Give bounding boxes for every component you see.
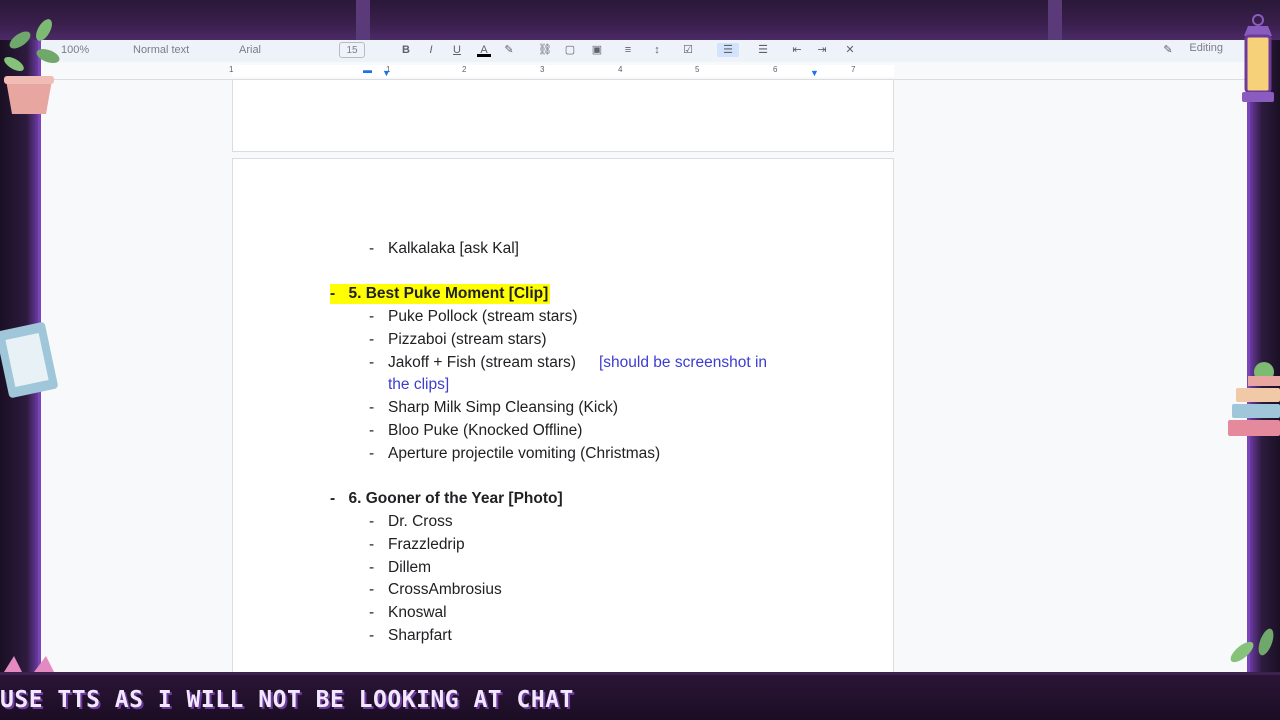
bulleted-list-icon[interactable]: ☰ [717,43,739,57]
list-item-text: Frazzledrip [388,536,465,553]
list-item[interactable]: - Jakoff + Fish (stream stars) [should b… [369,353,767,373]
section-heading[interactable]: - 5. Best Puke Moment [Clip] [330,284,551,304]
list-dash: - [369,422,375,439]
left-indent-marker[interactable]: ▼ [382,69,391,78]
text-color-icon[interactable]: A [477,43,491,57]
list-item-text: Dillem [388,559,432,576]
highlight-icon[interactable]: ✎ [502,43,516,57]
document-page[interactable]: - Kalkalaka [ask Kal] - 5. Best Puke Mom… [232,158,894,672]
style-select[interactable]: Normal text [133,42,189,58]
ruler-number: 5 [695,65,700,74]
list-item-text: Sharp Milk Simp Cleansing (Kick) [388,399,618,416]
list-item-text: Jakoff + Fish (stream stars) [388,354,576,371]
list-item[interactable]: - Sharpfart [369,626,452,646]
list-item-text: Puke Pollock (stream stars) [388,308,578,325]
ruler-track [232,65,894,77]
list-dash: - [330,285,336,302]
lantern-icon [1242,14,1274,102]
image-icon[interactable]: ▣ [590,43,604,57]
list-item[interactable]: - Frazzledrip [369,535,465,555]
indent-increase-icon[interactable]: ⇥ [815,43,829,57]
list-dash: - [330,490,336,507]
list-dash: - [369,627,375,644]
potted-plant-icon [4,19,60,114]
font-size-input[interactable]: 15 [339,42,365,58]
list-dash: - [369,536,375,553]
previous-page [232,80,894,152]
list-item[interactable]: - Bloo Puke (Knocked Offline) [369,421,582,441]
list-item-text: CrossAmbrosius [388,581,502,598]
list-dash: - [369,308,375,325]
section-heading[interactable]: - 6. Gooner of the Year [Photo] [330,489,563,509]
list-dash: - [369,559,375,576]
ruler-number: 2 [462,65,467,74]
align-icon[interactable]: ≡ [621,43,635,57]
list-item[interactable]: - CrossAmbrosius [369,580,502,600]
stream-ticker: USE TTS AS I WILL NOT BE LOOKING AT CHAT [0,672,1280,720]
list-item[interactable]: - Dr. Cross [369,512,453,532]
list-item[interactable]: - Dillem [369,558,431,578]
list-item[interactable]: - Pizzaboi (stream stars) [369,330,546,350]
font-select[interactable]: Arial [239,42,261,58]
list-item-text: Kalkalaka [ask Kal] [388,240,519,257]
ticker-text: USE TTS AS I WILL NOT BE LOOKING AT CHAT [0,687,574,713]
editing-mode-button[interactable]: Editing [1189,42,1223,54]
list-item-text: Pizzaboi (stream stars) [388,331,547,348]
picture-frame-icon [0,322,58,398]
list-dash: - [369,445,375,462]
screenshot-note-link-continued[interactable]: the clips] [388,375,449,395]
wood-beam [1048,0,1062,40]
list-dash: - [369,354,375,371]
line-spacing-icon[interactable]: ↕ [650,43,664,57]
right-indent-marker[interactable]: ▼ [810,69,819,78]
section-heading-text: 6. Gooner of the Year [Photo] [348,490,563,507]
books-icon [1228,362,1280,436]
list-dash: - [369,331,375,348]
list-item[interactable]: - Knoswal [369,603,447,623]
ruler-number: 7 [851,65,856,74]
list-item-text: Bloo Puke (Knocked Offline) [388,422,583,439]
ruler: 1 1 2 3 4 5 6 7 ▬ ▼ ▼ [41,62,1247,80]
list-item[interactable]: - Sharp Milk Simp Cleansing (Kick) [369,398,618,418]
list-item-text: Knoswal [388,604,447,621]
docs-toolbar: 100% Normal text Arial 15 B I U A ✎ ⛓ ▢ … [41,40,1247,62]
ruler-number: 1 [229,65,234,74]
ruler-number: 4 [618,65,623,74]
list-item[interactable]: - Kalkalaka [ask Kal] [369,239,519,259]
list-dash: - [369,604,375,621]
comment-icon[interactable]: ▢ [563,43,577,57]
bold-icon[interactable]: B [399,43,413,57]
wood-beam [356,0,370,40]
zoom-select[interactable]: 100% [61,42,89,58]
checklist-icon[interactable]: ☑ [681,43,695,57]
pencil-icon[interactable]: ✎ [1161,43,1175,57]
docs-screen: 100% Normal text Arial 15 B I U A ✎ ⛓ ▢ … [38,40,1250,672]
italic-icon[interactable]: I [424,43,438,57]
clear-format-icon[interactable]: ✕ [843,43,857,57]
screenshot-note-link[interactable]: [should be screenshot in [599,353,767,373]
list-item[interactable]: - Aperture projectile vomiting (Christma… [369,444,660,464]
first-line-indent-marker[interactable]: ▬ [363,66,372,75]
cat-ears-icon [4,656,54,672]
link-icon[interactable]: ⛓ [538,43,552,57]
list-item-text: Aperture projectile vomiting (Christmas) [388,445,661,462]
leaf-plant-icon [1230,628,1274,663]
section-heading-text: 5. Best Puke Moment [Clip] [348,285,549,302]
list-dash: - [369,581,375,598]
ruler-number: 3 [540,65,545,74]
list-item-text: Sharpfart [388,627,452,644]
list-dash: - [369,399,375,416]
stream-overlay-top [0,0,1280,40]
underline-icon[interactable]: U [450,43,464,57]
list-dash: - [369,240,375,257]
list-item-text: Dr. Cross [388,513,453,530]
numbered-list-icon[interactable]: ☰ [756,43,770,57]
list-item[interactable]: - Puke Pollock (stream stars) [369,307,578,327]
indent-decrease-icon[interactable]: ⇤ [790,43,804,57]
list-dash: - [369,513,375,530]
ruler-number: 6 [773,65,778,74]
